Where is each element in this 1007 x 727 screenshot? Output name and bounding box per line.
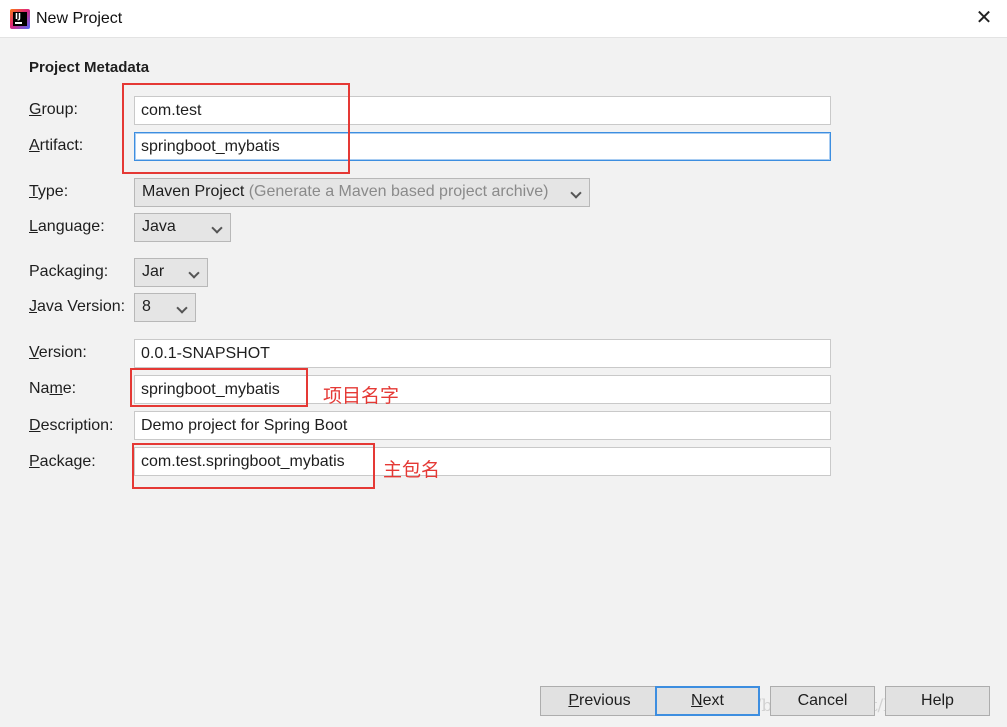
language-label: Language: <box>29 218 105 235</box>
name-annotation: 项目名字 <box>323 385 400 407</box>
chevron-down-icon <box>188 267 200 279</box>
packaging-label: Packaging: <box>29 263 109 280</box>
chevron-down-icon <box>570 187 582 199</box>
version-label: Version: <box>29 344 87 361</box>
version-input[interactable] <box>134 339 831 368</box>
package-input[interactable] <box>134 447 831 476</box>
chevron-down-icon <box>211 222 223 234</box>
chevron-down-icon <box>176 302 188 314</box>
name-input[interactable] <box>134 375 831 404</box>
type-label: Type: <box>29 183 69 200</box>
package-annotation: 主包名 <box>383 459 441 481</box>
name-label: Name: <box>29 380 77 397</box>
packaging-select[interactable]: Jar <box>134 258 208 287</box>
intellij-idea-icon: IJ <box>10 9 30 29</box>
window-title: New Project <box>36 10 123 27</box>
java-version-select[interactable]: 8 <box>134 293 196 322</box>
language-select[interactable]: Java <box>134 213 231 242</box>
group-label: Group: <box>29 101 78 118</box>
help-button[interactable]: Help <box>885 686 990 716</box>
previous-button[interactable]: Previous <box>540 686 659 716</box>
close-icon[interactable]: ✕ <box>961 0 1007 38</box>
artifact-label: Artifact: <box>29 137 84 154</box>
package-label: Package: <box>29 453 96 470</box>
description-label: Description: <box>29 417 114 434</box>
java-version-label: Java Version: <box>29 298 126 315</box>
artifact-input[interactable] <box>134 132 831 161</box>
cancel-button[interactable]: Cancel <box>770 686 875 716</box>
group-input[interactable] <box>134 96 831 125</box>
section-title: Project Metadata <box>29 59 150 76</box>
next-button[interactable]: Next <box>655 686 760 716</box>
title-bar: IJ New Project ✕ <box>0 0 1007 38</box>
type-select[interactable]: Maven Project (Generate a Maven based pr… <box>134 178 590 207</box>
description-input[interactable] <box>134 411 831 440</box>
